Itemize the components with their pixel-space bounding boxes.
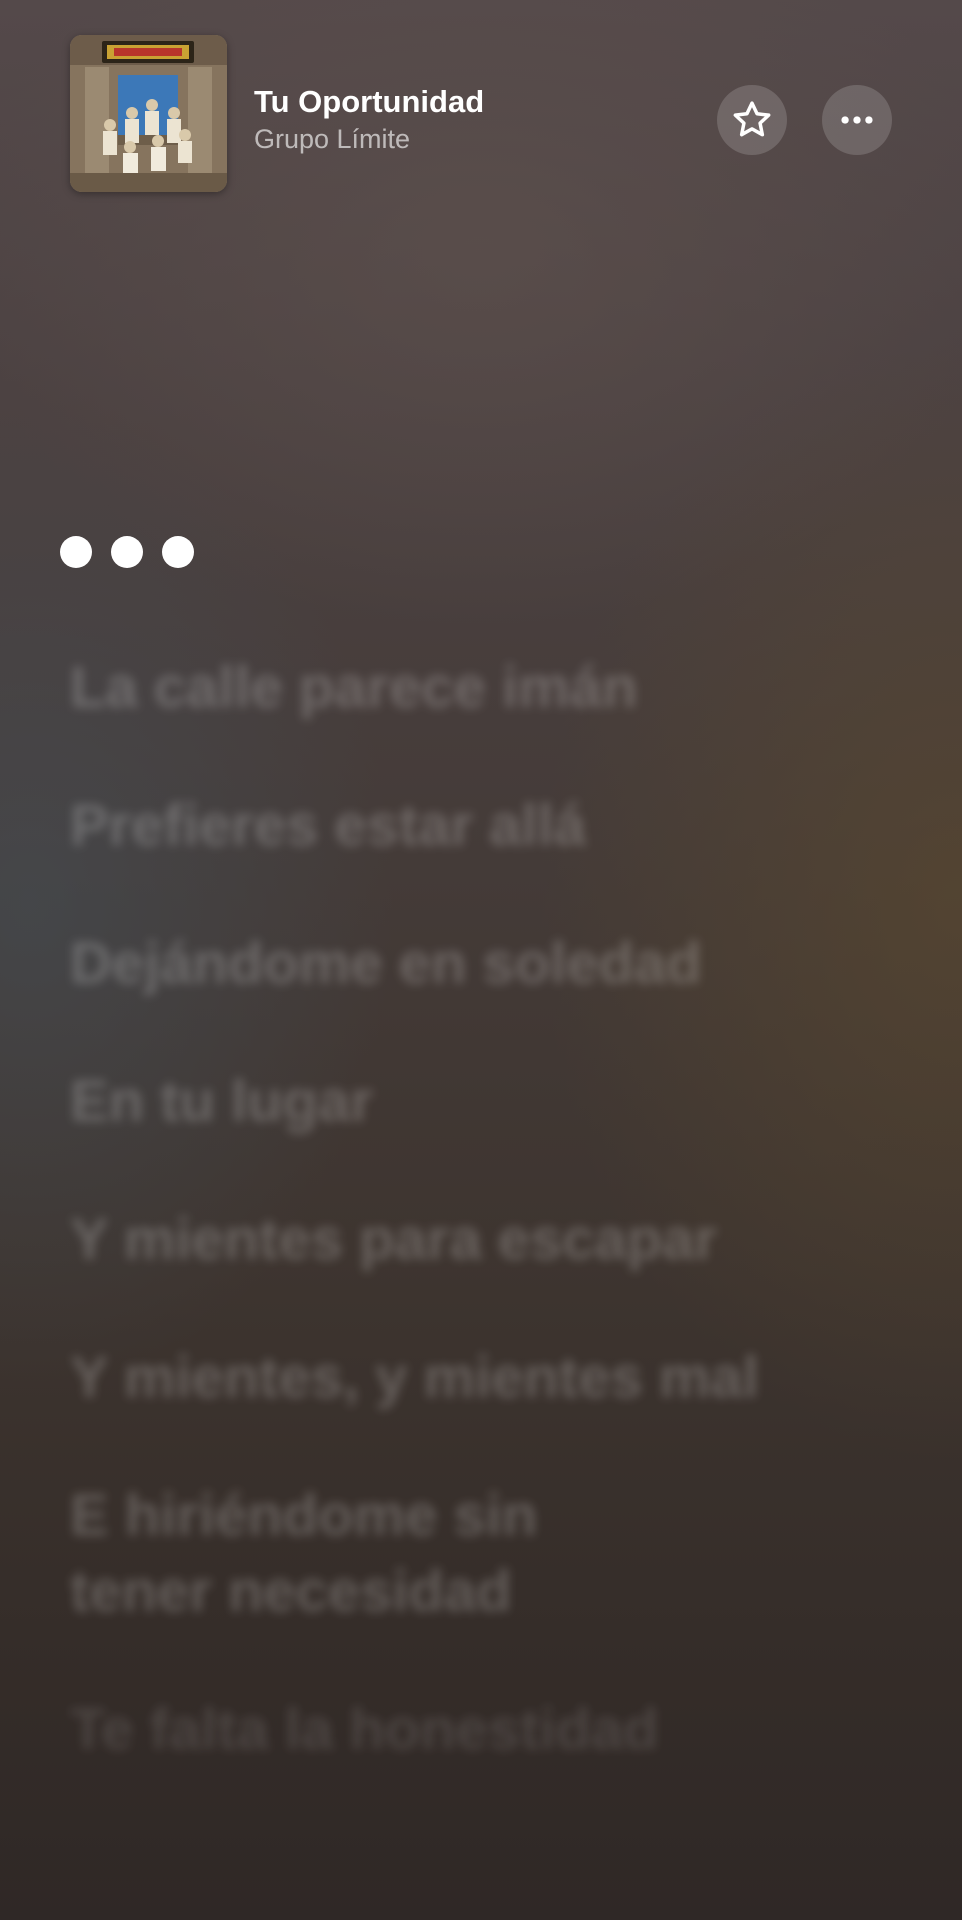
now-playing-header: Tu Oportunidad Grupo Límite xyxy=(0,0,962,220)
lyric-line[interactable]: Dejándome en soledad xyxy=(70,926,910,1002)
album-artwork[interactable] xyxy=(70,35,227,192)
lyric-line[interactable]: Y mientes, y mientes mal xyxy=(70,1340,910,1416)
lyric-line[interactable]: Y mientes para escapar xyxy=(70,1202,910,1278)
album-artwork-image xyxy=(70,35,227,192)
lyric-line[interactable]: Prefieres estar allá xyxy=(70,788,910,864)
ellipsis-icon xyxy=(841,116,873,124)
interlude-dot xyxy=(111,536,143,568)
lyric-line[interactable]: En tu lugar xyxy=(70,1064,910,1140)
interlude-dot xyxy=(60,536,92,568)
lyric-line[interactable]: E hiriéndome sin xyxy=(70,1478,910,1554)
more-options-button[interactable] xyxy=(822,85,892,155)
lyrics-interlude-indicator xyxy=(60,536,194,568)
lyric-line[interactable]: tener necesidad xyxy=(70,1554,910,1630)
star-icon xyxy=(733,101,771,137)
lyric-line[interactable]: La calle parece imán xyxy=(70,650,910,726)
lyric-line[interactable]: Te falta la honestidad xyxy=(70,1692,910,1768)
favorite-button[interactable] xyxy=(717,85,787,155)
interlude-dot xyxy=(162,536,194,568)
artist-name[interactable]: Grupo Límite xyxy=(254,124,410,155)
song-title[interactable]: Tu Oportunidad xyxy=(254,84,484,120)
